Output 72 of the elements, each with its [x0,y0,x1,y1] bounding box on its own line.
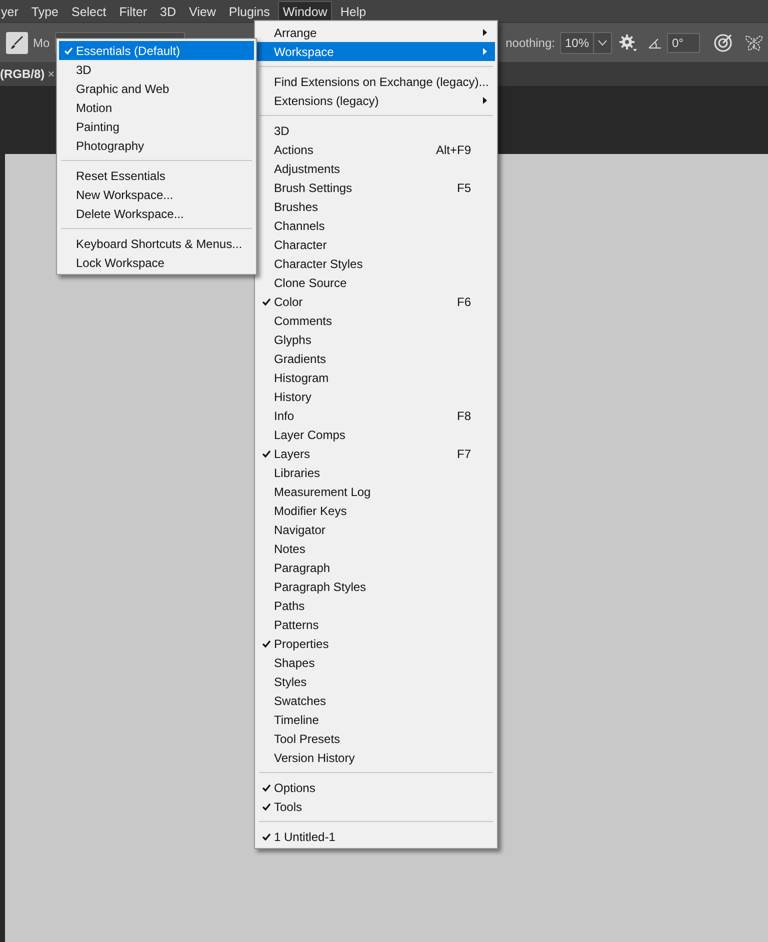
menu-item[interactable]: Character Styles [257,254,495,273]
mode-label: Mo [33,36,50,50]
menu-item[interactable]: Arrange [257,23,495,42]
menu-title[interactable]: 3D [155,1,181,21]
menu-item[interactable]: Properties [257,634,495,653]
menu-item[interactable]: Glyphs [257,330,495,349]
menu-item[interactable]: Patterns [257,615,495,634]
gear-icon[interactable] [619,34,637,52]
menu-item[interactable]: Clone Source [257,273,495,292]
menu-item[interactable]: Layer Comps [257,425,495,444]
menu-item[interactable]: Layers F7 [257,444,495,463]
menu-item[interactable]: Notes [257,539,495,558]
tool-preset-button[interactable] [6,32,28,54]
menu-item[interactable]: Extensions (legacy) [257,91,495,110]
smoothing-dropdown[interactable]: 10% [560,32,612,54]
menu-title[interactable]: Help [335,1,372,21]
menu-item[interactable]: Photography [59,136,254,155]
menu-item[interactable]: Character [257,235,495,254]
menu-item[interactable]: Workspace [257,42,495,61]
menu-item[interactable]: Painting [59,117,254,136]
menu-item[interactable]: Channels [257,216,495,235]
menu-item[interactable]: Find Extensions on Exchange (legacy)... [257,72,495,91]
butterfly-icon[interactable] [744,32,764,52]
menu-title[interactable]: Select [66,1,112,21]
menu-item[interactable]: Actions Alt+F9 [257,140,495,159]
close-button[interactable]: × [48,67,55,81]
menu-item[interactable]: 1 Untitled-1 [257,827,495,846]
menu-item[interactable]: Swatches [257,691,495,710]
menu-item[interactable]: Styles [257,672,495,691]
menu-title[interactable]: Window [278,1,332,21]
menu-title[interactable]: Plugins [224,1,275,21]
angle-field[interactable]: 0° [667,32,700,52]
menu-item[interactable]: Options [257,778,495,797]
menu-item[interactable]: Navigator [257,520,495,539]
menu-item[interactable]: Reset Essentials [59,166,254,185]
menu-item[interactable]: Keyboard Shortcuts & Menus... [59,234,254,253]
menu-item[interactable]: Gradients [257,349,495,368]
menu-item[interactable]: Motion [59,98,254,117]
menu-item[interactable]: Tool Presets [257,729,495,748]
menu-item[interactable]: Adjustments [257,159,495,178]
menu-title[interactable]: View [184,1,221,21]
menu-title[interactable]: yer [0,1,24,21]
menu-item[interactable]: Essentials (Default) [59,41,254,60]
menu-item[interactable]: Paths [257,596,495,615]
smoothing-label: noothing: [506,36,555,50]
caret-icon [598,40,607,46]
target-icon[interactable] [713,32,733,52]
menu-item[interactable]: Tools [257,797,495,816]
menu-item[interactable]: Info F8 [257,406,495,425]
menu-item[interactable]: Modifier Keys [257,501,495,520]
menu-title[interactable]: Filter [114,1,152,21]
menu-title[interactable]: Type [26,1,64,21]
menu-item[interactable]: 3D [257,121,495,140]
menu-item[interactable]: Lock Workspace [59,253,254,272]
menu-item[interactable]: History [257,387,495,406]
angle-icon [648,36,662,48]
menu-item[interactable]: Brush Settings F5 [257,178,495,197]
menu-item[interactable]: New Workspace... [59,185,254,204]
tab-title: (RGB/8) [0,67,45,81]
menu-item[interactable]: Comments [257,311,495,330]
menu-item[interactable]: Brushes [257,197,495,216]
menu-item[interactable]: Shapes [257,653,495,672]
menu-item[interactable]: Paragraph Styles [257,577,495,596]
menu-item[interactable]: Paragraph [257,558,495,577]
menu-item[interactable]: Delete Workspace... [59,204,254,223]
menu-item[interactable]: Measurement Log [257,482,495,501]
menu-item[interactable]: Histogram [257,368,495,387]
menu-item[interactable]: Color F6 [257,292,495,311]
brush-icon [10,36,24,50]
menu-item[interactable]: Timeline [257,710,495,729]
menu-item[interactable]: Libraries [257,463,495,482]
menu-item[interactable]: Version History [257,748,495,767]
